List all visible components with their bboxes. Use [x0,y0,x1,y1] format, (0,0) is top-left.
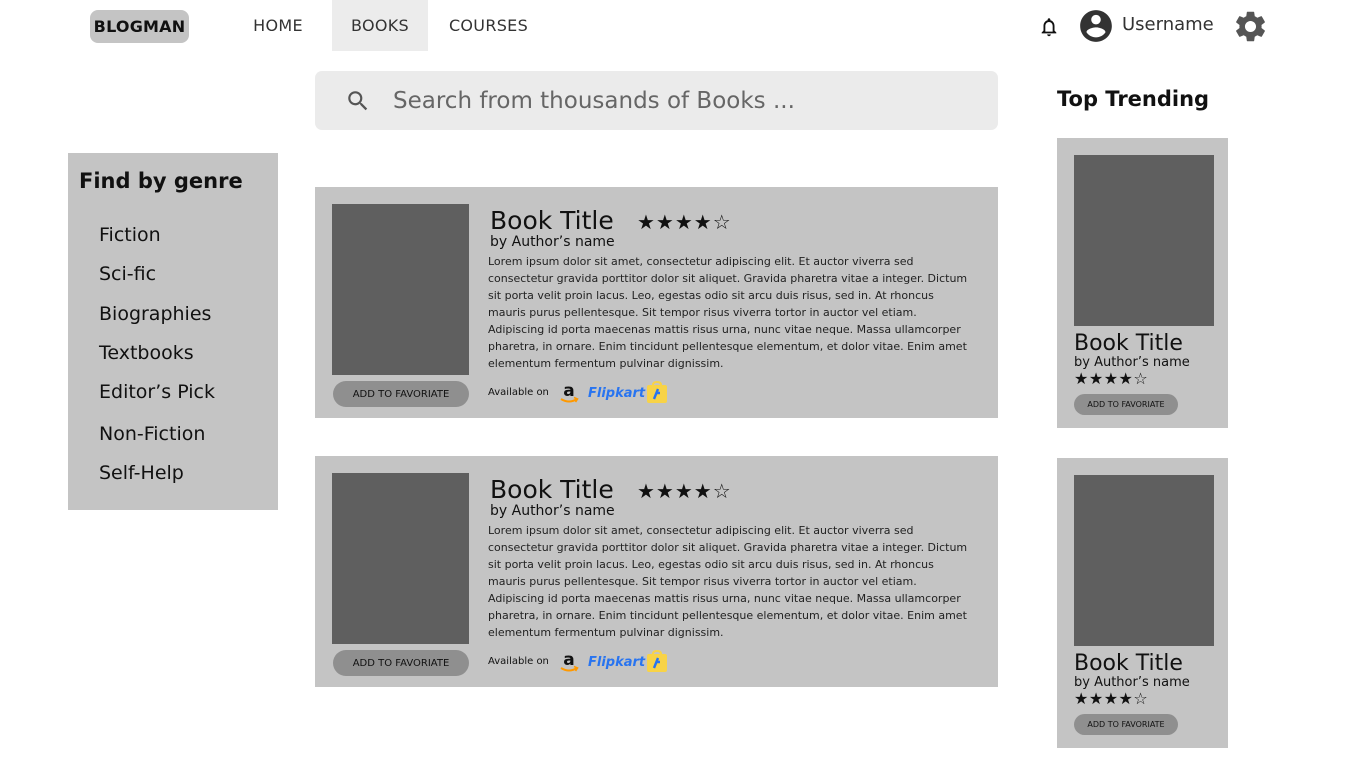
trending-add-to-favorite-button[interactable]: ADD TO FAVORIATE [1074,394,1178,415]
gear-icon[interactable] [1232,8,1269,45]
search-icon[interactable] [345,88,371,114]
book-author: by Author’s name [490,234,615,250]
rating-stars: ★★★★☆ [637,210,732,234]
genre-item-editors-pick[interactable]: Editor’s Pick [99,381,215,403]
genre-item-non-fiction[interactable]: Non-Fiction [99,423,205,445]
available-label: Available on [488,387,549,398]
svg-text:a: a [563,650,574,670]
genre-item-sci-fic[interactable]: Sci-fic [99,263,156,285]
trending-rating-stars: ★★★★☆ [1074,369,1149,388]
rating-stars: ★★★★☆ [637,479,732,503]
book-author: by Author’s name [490,503,615,519]
trending-card: Book Title by Author’s name ★★★★☆ ADD TO… [1057,138,1228,428]
trending-author: by Author’s name [1074,675,1190,690]
trending-book-title[interactable]: Book Title [1074,331,1183,356]
add-to-favorite-button[interactable]: ADD TO FAVORIATE [333,650,469,676]
trending-rating-stars: ★★★★☆ [1074,689,1149,708]
svg-text:a: a [563,381,574,401]
genre-item-textbooks[interactable]: Textbooks [99,342,194,364]
trending-cover[interactable] [1074,155,1214,326]
search-input[interactable] [393,71,973,130]
search-bar[interactable] [315,71,998,130]
trending-add-to-favorite-button[interactable]: ADD TO FAVORIATE [1074,714,1178,735]
nav-courses[interactable]: COURSES [438,0,539,51]
book-cover[interactable] [332,473,469,644]
trending-author: by Author’s name [1074,355,1190,370]
username[interactable]: Username [1122,14,1214,35]
bell-icon[interactable] [1038,15,1060,39]
genre-panel: Find by genre Fiction Sci-fic Biographie… [68,153,278,510]
flipkart-link[interactable]: Flipkart [588,386,645,401]
trending-cover[interactable] [1074,475,1214,646]
book-title[interactable]: Book Title [490,206,614,235]
trending-card: Book Title by Author’s name ★★★★☆ ADD TO… [1057,458,1228,748]
book-cover[interactable] [332,204,469,375]
flipkart-link[interactable]: Flipkart [588,655,645,670]
book-title[interactable]: Book Title [490,475,614,504]
genre-heading: Find by genre [79,169,243,193]
avatar-icon[interactable] [1077,7,1115,45]
amazon-icon[interactable]: a [559,381,579,405]
book-description: Lorem ipsum dolor sit amet, consectetur … [488,255,968,370]
trending-book-title[interactable]: Book Title [1074,651,1183,676]
available-label: Available on [488,656,549,667]
flipkart-icon[interactable] [645,650,669,674]
nav-home[interactable]: HOME [233,0,323,51]
book-card: ADD TO FAVORIATE Book Title ★★★★☆ by Aut… [315,187,998,418]
trending-heading: Top Trending [1057,87,1210,111]
nav-books[interactable]: BOOKS [332,0,428,51]
add-to-favorite-button[interactable]: ADD TO FAVORIATE [333,381,469,407]
genre-item-self-help[interactable]: Self-Help [99,462,184,484]
flipkart-icon[interactable] [645,381,669,405]
genre-item-fiction[interactable]: Fiction [99,224,161,246]
logo[interactable]: BLOGMAN [90,10,189,43]
amazon-icon[interactable]: a [559,650,579,674]
book-description: Lorem ipsum dolor sit amet, consectetur … [488,524,968,639]
genre-item-biographies[interactable]: Biographies [99,303,211,325]
book-card: ADD TO FAVORIATE Book Title ★★★★☆ by Aut… [315,456,998,687]
